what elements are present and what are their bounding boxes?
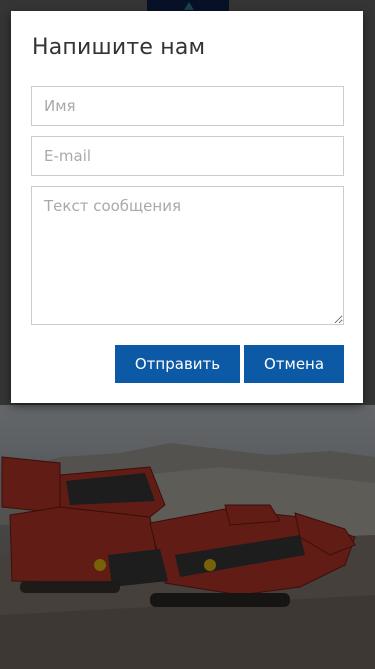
contact-modal: Напишите нам Отправить Отмена	[11, 11, 363, 403]
send-button[interactable]: Отправить	[115, 345, 240, 383]
cancel-button[interactable]: Отмена	[244, 345, 344, 383]
modal-title: Напишите нам	[32, 35, 206, 60]
email-input[interactable]	[31, 136, 344, 176]
message-textarea[interactable]	[31, 186, 344, 325]
name-input[interactable]	[31, 86, 344, 126]
